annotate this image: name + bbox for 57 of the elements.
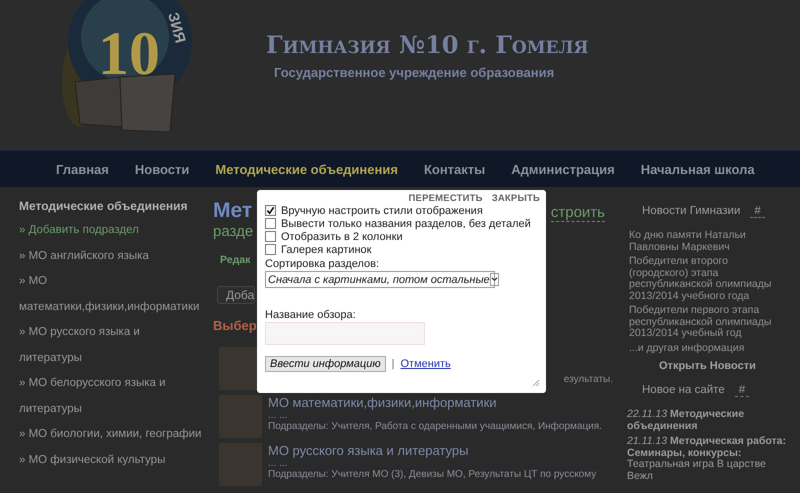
news-link[interactable]: Ко дню памяти Натальи Павловны Маркевич	[629, 230, 779, 253]
site-subtitle: Государственное учреждение образования	[274, 65, 556, 80]
checkbox[interactable]	[265, 218, 276, 229]
checkbox-label: Галерея картинок	[281, 244, 372, 256]
separator: |	[392, 358, 394, 370]
resize-grip-icon	[532, 379, 540, 387]
checkbox[interactable]	[265, 205, 276, 216]
checkbox-label: Вывести только названия разделов, без деталей	[281, 218, 531, 230]
open-news-link[interactable]: Открыть Новости	[659, 360, 800, 372]
close-link[interactable]: ЗАКРЫТЬ	[492, 193, 540, 204]
checkbox-label: Отобразить в 2 колонки	[281, 230, 403, 242]
sidebar-link[interactable]: » МО английского языка	[19, 244, 202, 269]
sidebar-title: Методические объединения	[19, 199, 188, 213]
entry-title[interactable]: МО математики,физики,информатики	[268, 395, 613, 410]
sidebar-link[interactable]: » МО физической культуры	[19, 448, 202, 473]
entry-subsections: Подразделы: Учителя, Работа с одаренными учащимися, Информация.	[268, 421, 603, 432]
news-link[interactable]: Победители второго (городского) этапа республиканской олимпиады 2013/2014 учебного года	[629, 256, 779, 302]
entry-subsections: езультаты.	[564, 374, 613, 385]
input-field[interactable]	[265, 322, 425, 345]
nav-link[interactable]: Главная	[56, 162, 109, 176]
sidebar-link[interactable]: » МО белорусского языка и литературы	[19, 371, 202, 422]
nav-link[interactable]: Новости	[134, 162, 190, 176]
nav-link[interactable]: Контакты	[424, 162, 486, 176]
entry-title[interactable]: МО русского языка и литературы	[268, 443, 613, 458]
edit-link[interactable]: Редак	[220, 254, 250, 266]
site-title: Гимназия №10 г. Гомеля	[266, 30, 588, 59]
new-on-site-title: Новое на сайте	[642, 384, 725, 397]
name-label: Название обзора:	[265, 309, 357, 321]
sidebar-link[interactable]: » МО русского языка и литературы	[19, 320, 202, 371]
nav-link[interactable]: Методические объединения	[215, 162, 398, 176]
add-button[interactable]: Доба	[217, 286, 256, 304]
move-link[interactable]: ПЕРЕМЕСТИТЬ	[408, 193, 483, 204]
anchor-link[interactable]: #	[750, 205, 765, 218]
news-link[interactable]: ...и другая информация	[629, 342, 779, 354]
entry-summary: ... ...	[268, 458, 288, 469]
nav-link[interactable]: Начальная школа	[640, 162, 755, 176]
cancel-link[interactable]: Отменить	[400, 358, 451, 370]
update-entry: 22.11.13 Методические объединения	[627, 409, 746, 432]
nav-link[interactable]: Администрация	[511, 162, 615, 176]
checkbox-label: Вручную настроить стили отображения	[281, 204, 483, 216]
section-heading: Выбер	[213, 318, 257, 333]
sidebar-link[interactable]: » Добавить подраздел	[19, 218, 202, 244]
configure-link[interactable]: строить	[550, 204, 605, 222]
sidebar-link[interactable]: » МО математики,физики,информатики	[19, 269, 202, 320]
sidebar-link[interactable]: » МО биологии, химии, географии	[19, 422, 202, 448]
news-title: Новости Гимназии	[642, 205, 740, 218]
page-subheading: разде	[213, 223, 254, 240]
news-link[interactable]: Победители первого этапа республиканской олимпиады 2013/2014 учебный год	[629, 305, 779, 340]
update-entry: 21.11.13 Методическая работа: Семинары, конкурсы: Театральная игра В царстве Вежл	[627, 436, 787, 482]
checkbox[interactable]	[265, 231, 276, 242]
sort-label: Сортировка разделов:	[265, 258, 380, 270]
entry-subsections: Подразделы: Учителя МО (3), Девизы МО, Результаты ЦТ по русскому	[268, 469, 598, 480]
checkbox[interactable]	[265, 244, 276, 255]
entry-summary: ... ...	[268, 410, 288, 421]
submit-button[interactable]: Ввести информацию	[265, 356, 386, 372]
anchor-link[interactable]: #	[734, 384, 750, 397]
page-heading: Мет	[213, 199, 252, 223]
